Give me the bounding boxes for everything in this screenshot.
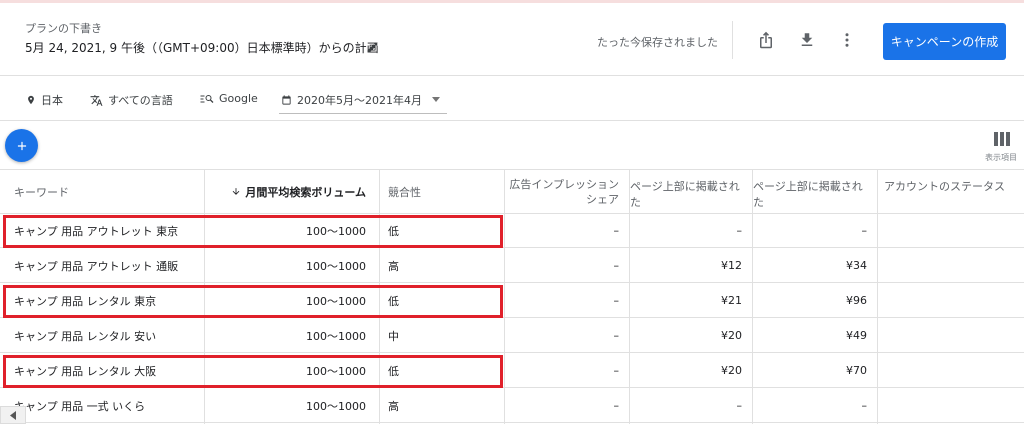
highlight-box xyxy=(3,285,503,318)
cell-top-bid-high: ¥49 xyxy=(846,329,867,342)
search-network-icon xyxy=(200,94,214,103)
cell-impression-share: – xyxy=(613,329,620,342)
filter-date-range[interactable]: 2020年5月～2021年4月 xyxy=(281,92,422,108)
plan-header: プランの下書き 5月 24, 2021, 9 午後（（GMT+09:00）日本標… xyxy=(0,3,1024,76)
more-vert-icon[interactable] xyxy=(835,28,859,52)
filter-language-label: すべての言語 xyxy=(108,94,173,107)
filter-date-label: 2020年5月～2021年4月 xyxy=(297,94,422,107)
cell-impression-share: – xyxy=(613,364,620,377)
cell-top-bid-low: – xyxy=(736,224,743,237)
header-top-bid-high[interactable]: ページ上部に掲載された xyxy=(753,170,877,213)
download-icon[interactable] xyxy=(795,28,819,52)
header-volume[interactable]: 月間平均検索ボリューム xyxy=(205,170,380,213)
header-divider xyxy=(732,21,733,59)
columns-icon[interactable] xyxy=(994,131,1010,146)
header-keyword[interactable]: キーワード xyxy=(14,170,204,213)
cell-volume: 100～1000 xyxy=(306,329,366,343)
filter-location-label: 日本 xyxy=(41,94,63,107)
translate-icon xyxy=(90,94,103,106)
table-header-row: キーワード 月間平均検索ボリューム 競合性 広告インプレッション シェア ページ… xyxy=(0,169,1024,214)
table-row[interactable]: キャンプ 用品 アウトレット 通販 100～1000 高 – ¥12 ¥34 xyxy=(0,249,1024,283)
filter-network-label: Google xyxy=(219,92,258,105)
calendar-icon xyxy=(282,95,291,105)
plan-title[interactable]: 5月 24, 2021, 9 午後（（GMT+09:00）日本標準時）からの計画 xyxy=(25,39,379,56)
column-divider xyxy=(504,169,505,424)
header-top-bid-low[interactable]: ページ上部に掲載された xyxy=(630,170,752,213)
cell-top-bid-high: ¥70 xyxy=(846,364,867,377)
cell-top-bid-low: ¥20 xyxy=(721,364,742,377)
highlight-box xyxy=(3,355,503,388)
cell-competition: 高 xyxy=(388,399,399,413)
cell-top-bid-high: ¥34 xyxy=(846,259,867,272)
cell-top-bid-high: – xyxy=(861,224,868,237)
share-icon[interactable] xyxy=(754,28,778,52)
cell-impression-share: – xyxy=(613,259,620,272)
filter-language[interactable]: すべての言語 xyxy=(90,92,173,108)
column-divider xyxy=(752,169,753,424)
chevron-down-icon[interactable] xyxy=(432,97,440,102)
header-account-status[interactable]: アカウントのステータス xyxy=(878,170,1024,213)
column-divider xyxy=(877,169,878,424)
cell-competition: 高 xyxy=(388,259,399,273)
chevron-left-icon xyxy=(10,410,16,420)
scroll-left-button[interactable] xyxy=(0,406,26,424)
filter-network[interactable]: Google xyxy=(200,92,258,105)
cell-top-bid-high: – xyxy=(861,399,868,412)
column-divider xyxy=(629,169,630,424)
cell-volume: 100～1000 xyxy=(306,399,366,413)
save-status: たった今保存されました xyxy=(597,36,718,49)
create-campaign-button[interactable]: キャンペーンの作成 xyxy=(883,23,1006,60)
pencil-icon[interactable] xyxy=(366,39,380,53)
table-row[interactable]: キャンプ 用品 一式 いくら 100～1000 高 – – – xyxy=(0,389,1024,423)
location-pin-icon xyxy=(28,95,34,105)
plan-draft-label: プランの下書き xyxy=(25,22,102,35)
plus-icon xyxy=(17,141,26,150)
cell-top-bid-low: ¥12 xyxy=(721,259,742,272)
cell-impression-share: – xyxy=(613,224,620,237)
table-row[interactable]: キャンプ 用品 レンタル 安い 100～1000 中 – ¥20 ¥49 xyxy=(0,319,1024,353)
cell-keyword: キャンプ 用品 アウトレット 通販 xyxy=(14,259,179,273)
cell-top-bid-low: – xyxy=(736,399,743,412)
add-keyword-button[interactable] xyxy=(5,129,38,162)
cell-impression-share: – xyxy=(613,399,620,412)
filter-location[interactable]: 日本 xyxy=(26,92,63,108)
cell-top-bid-low: ¥21 xyxy=(721,294,742,307)
cell-top-bid-low: ¥20 xyxy=(721,329,742,342)
cell-competition: 中 xyxy=(388,329,399,343)
header-volume-label: 月間平均検索ボリューム xyxy=(245,185,366,199)
cell-keyword: キャンプ 用品 レンタル 安い xyxy=(14,329,157,343)
filter-bar: 日本 すべての言語 Google 2020年5月～2021年4月 xyxy=(0,77,1024,121)
columns-label[interactable]: 表示項目 xyxy=(985,152,1017,163)
cell-keyword: キャンプ 用品 一式 いくら xyxy=(14,399,146,413)
cell-top-bid-high: ¥96 xyxy=(846,294,867,307)
header-competition[interactable]: 競合性 xyxy=(380,170,504,213)
cell-impression-share: – xyxy=(613,294,620,307)
highlight-box xyxy=(3,215,503,248)
date-dropdown-underline xyxy=(279,113,447,114)
header-impression-share[interactable]: 広告インプレッション シェア xyxy=(505,170,629,213)
cell-volume: 100～1000 xyxy=(306,259,366,273)
sort-arrow-down-icon xyxy=(232,188,240,195)
